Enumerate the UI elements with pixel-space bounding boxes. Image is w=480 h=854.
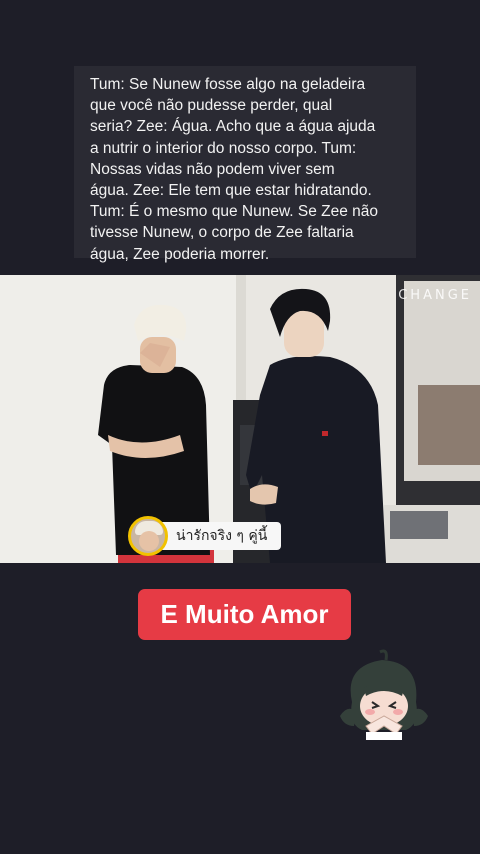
subtitle-text: น่ารักจริง ๆ คู่นี้ (156, 522, 282, 550)
shirt-logo (322, 431, 328, 436)
caption-text: Tum: Se Nunew fosse algo na geladeira qu… (90, 76, 379, 263)
right-person-hand (250, 484, 278, 505)
caption-box: Tum: Se Nunew fosse algo na geladeira qu… (74, 66, 416, 263)
watermark: CHANGE (398, 288, 472, 303)
avatar-icon (128, 516, 168, 556)
sink (390, 511, 448, 539)
subtitle-pill: น่ารักจริง ๆ คู่นี้ (128, 516, 282, 556)
kitchen-shelf (418, 385, 480, 465)
video-frame[interactable]: CHANGE น่ารักจริง ๆ คู่นี้ (0, 275, 480, 563)
anime-girl-sticker-icon (336, 646, 432, 742)
highlight-label-button[interactable]: E Muito Amor (138, 589, 351, 640)
